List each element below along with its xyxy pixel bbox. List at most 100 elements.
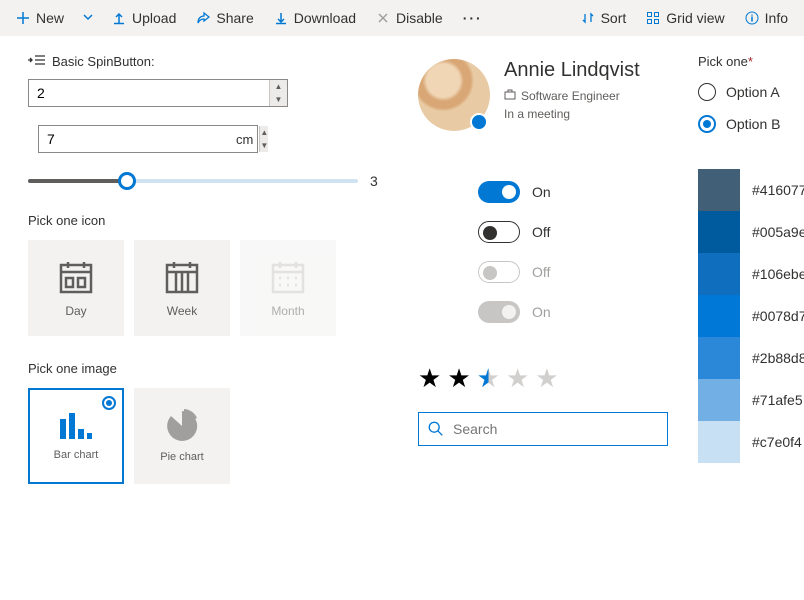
spin-input-2[interactable] [39, 126, 236, 152]
toggle-disabled-on: On [478, 301, 678, 323]
image-choice-bar[interactable]: Bar chart [28, 388, 124, 484]
swatch-list: #416077 #005a9e#106ebe#0078d7 #2b88d8 #71af… [698, 169, 804, 463]
star-2[interactable]: ★ [447, 363, 470, 394]
share-icon [196, 11, 210, 25]
rating[interactable]: ★ ★ ★ ★ ★ [418, 363, 678, 394]
icon-choice-day[interactable]: Day [28, 240, 124, 336]
swatch-color [698, 421, 740, 463]
new-chevron[interactable] [76, 6, 100, 30]
disable-button: Disable [368, 6, 451, 30]
star-3[interactable]: ★ [477, 363, 500, 394]
upload-label: Upload [132, 10, 176, 26]
share-button[interactable]: Share [188, 6, 261, 30]
spin-label: Basic SpinButton: [28, 54, 408, 69]
sort-label: Sort [601, 10, 627, 26]
calendar-week-icon [163, 258, 201, 296]
star-4[interactable]: ★ [506, 363, 529, 394]
star-5[interactable]: ★ [535, 363, 558, 394]
briefcase-icon [504, 88, 516, 103]
plus-icon [16, 11, 30, 25]
swatch-row[interactable]: #416077 [698, 169, 804, 211]
spin-arrows-2: ▲ ▼ [259, 126, 268, 152]
bar-chart-icon [58, 411, 94, 441]
swatch-label: #c7e0f4 [752, 434, 802, 450]
upload-icon [112, 11, 126, 25]
selected-indicator [102, 396, 116, 410]
icon-choice-week[interactable]: Week [134, 240, 230, 336]
spin-button-1[interactable]: ▲ ▼ [28, 79, 288, 107]
grid-label: Grid view [666, 10, 724, 26]
pie-chart-icon [165, 409, 199, 443]
radio-label-b: Option B [726, 116, 780, 132]
info-button[interactable]: Info [737, 6, 796, 30]
grid-view-button[interactable]: Grid view [638, 6, 732, 30]
icon-caption-day: Day [65, 304, 86, 318]
command-bar: New Upload Share Download Disable ··· So… [0, 0, 804, 36]
spin-down-2[interactable]: ▼ [260, 139, 268, 152]
swatch-color [698, 211, 740, 253]
presence-badge [470, 113, 488, 131]
download-label: Download [294, 10, 356, 26]
sort-button[interactable]: Sort [573, 6, 635, 30]
radio-option-b[interactable]: Option B [698, 115, 804, 133]
swatch-color [698, 253, 740, 295]
spin-up-1[interactable]: ▲ [270, 80, 287, 93]
img-caption-bar: Bar chart [54, 449, 99, 461]
swatch-row[interactable]: #c7e0f4 [698, 421, 804, 463]
upload-button[interactable]: Upload [104, 6, 184, 30]
swatch-row[interactable]: #0078d7 [698, 295, 804, 337]
persona-status: In a meeting [504, 107, 640, 121]
toggle-label-1: Off [532, 224, 550, 240]
sort-icon [581, 11, 595, 25]
swatch-color [698, 169, 740, 211]
spin-down-1[interactable]: ▼ [270, 93, 287, 106]
persona-role: Software Engineer [504, 88, 640, 103]
info-label: Info [765, 10, 788, 26]
spin-arrows-1: ▲ ▼ [269, 80, 287, 106]
info-icon [745, 11, 759, 25]
slider-value: 3 [370, 173, 378, 189]
search-input[interactable] [453, 421, 659, 437]
share-label: Share [216, 10, 253, 26]
radio-group-label-text: Pick one [698, 54, 748, 69]
persona: Annie Lindqvist Software Engineer In a m… [418, 54, 678, 131]
toggles: On Off Off On [418, 181, 678, 323]
persona-name: Annie Lindqvist [504, 59, 640, 82]
x-icon [376, 11, 390, 25]
spin-button-2[interactable]: cm ▲ ▼ [38, 125, 258, 153]
swatch-color [698, 337, 740, 379]
toggle-on[interactable]: On [478, 181, 678, 203]
toggle-label-2: Off [532, 264, 550, 280]
new-label: New [36, 10, 64, 26]
calendar-day-icon [57, 258, 95, 296]
icon-caption-month: Month [271, 304, 304, 318]
spin-up-2[interactable]: ▲ [260, 126, 268, 139]
icon-picker-label: Pick one icon [28, 213, 408, 228]
star-1[interactable]: ★ [418, 363, 441, 394]
swatch-color [698, 295, 740, 337]
swatch-row[interactable]: #005a9e [698, 211, 804, 253]
spin-input-1[interactable] [29, 80, 269, 106]
swatch-row[interactable]: #2b88d8 [698, 337, 804, 379]
toggle-off[interactable]: Off [478, 221, 678, 243]
download-button[interactable]: Download [266, 6, 364, 30]
overflow-button[interactable]: ··· [455, 6, 491, 30]
img-caption-pie: Pie chart [160, 451, 203, 463]
search-icon [427, 420, 445, 438]
swatch-label: #416077 [752, 182, 804, 198]
radio-group: Option A Option B [698, 83, 804, 133]
swatch-row[interactable]: #106ebe [698, 253, 804, 295]
radio-group-label: Pick one* [698, 54, 804, 69]
swatch-label: #2b88d8 [752, 350, 804, 366]
swatch-row[interactable]: #71afe5 [698, 379, 804, 421]
slider[interactable] [28, 171, 358, 191]
calendar-month-icon [269, 258, 307, 296]
persona-role-text: Software Engineer [521, 89, 620, 103]
search-box[interactable] [418, 412, 668, 446]
icon-caption-week: Week [167, 304, 197, 318]
grid-icon [646, 11, 660, 25]
radio-option-a[interactable]: Option A [698, 83, 804, 101]
indent-icon [28, 54, 46, 69]
new-button[interactable]: New [8, 6, 72, 30]
image-choice-pie[interactable]: Pie chart [134, 388, 230, 484]
